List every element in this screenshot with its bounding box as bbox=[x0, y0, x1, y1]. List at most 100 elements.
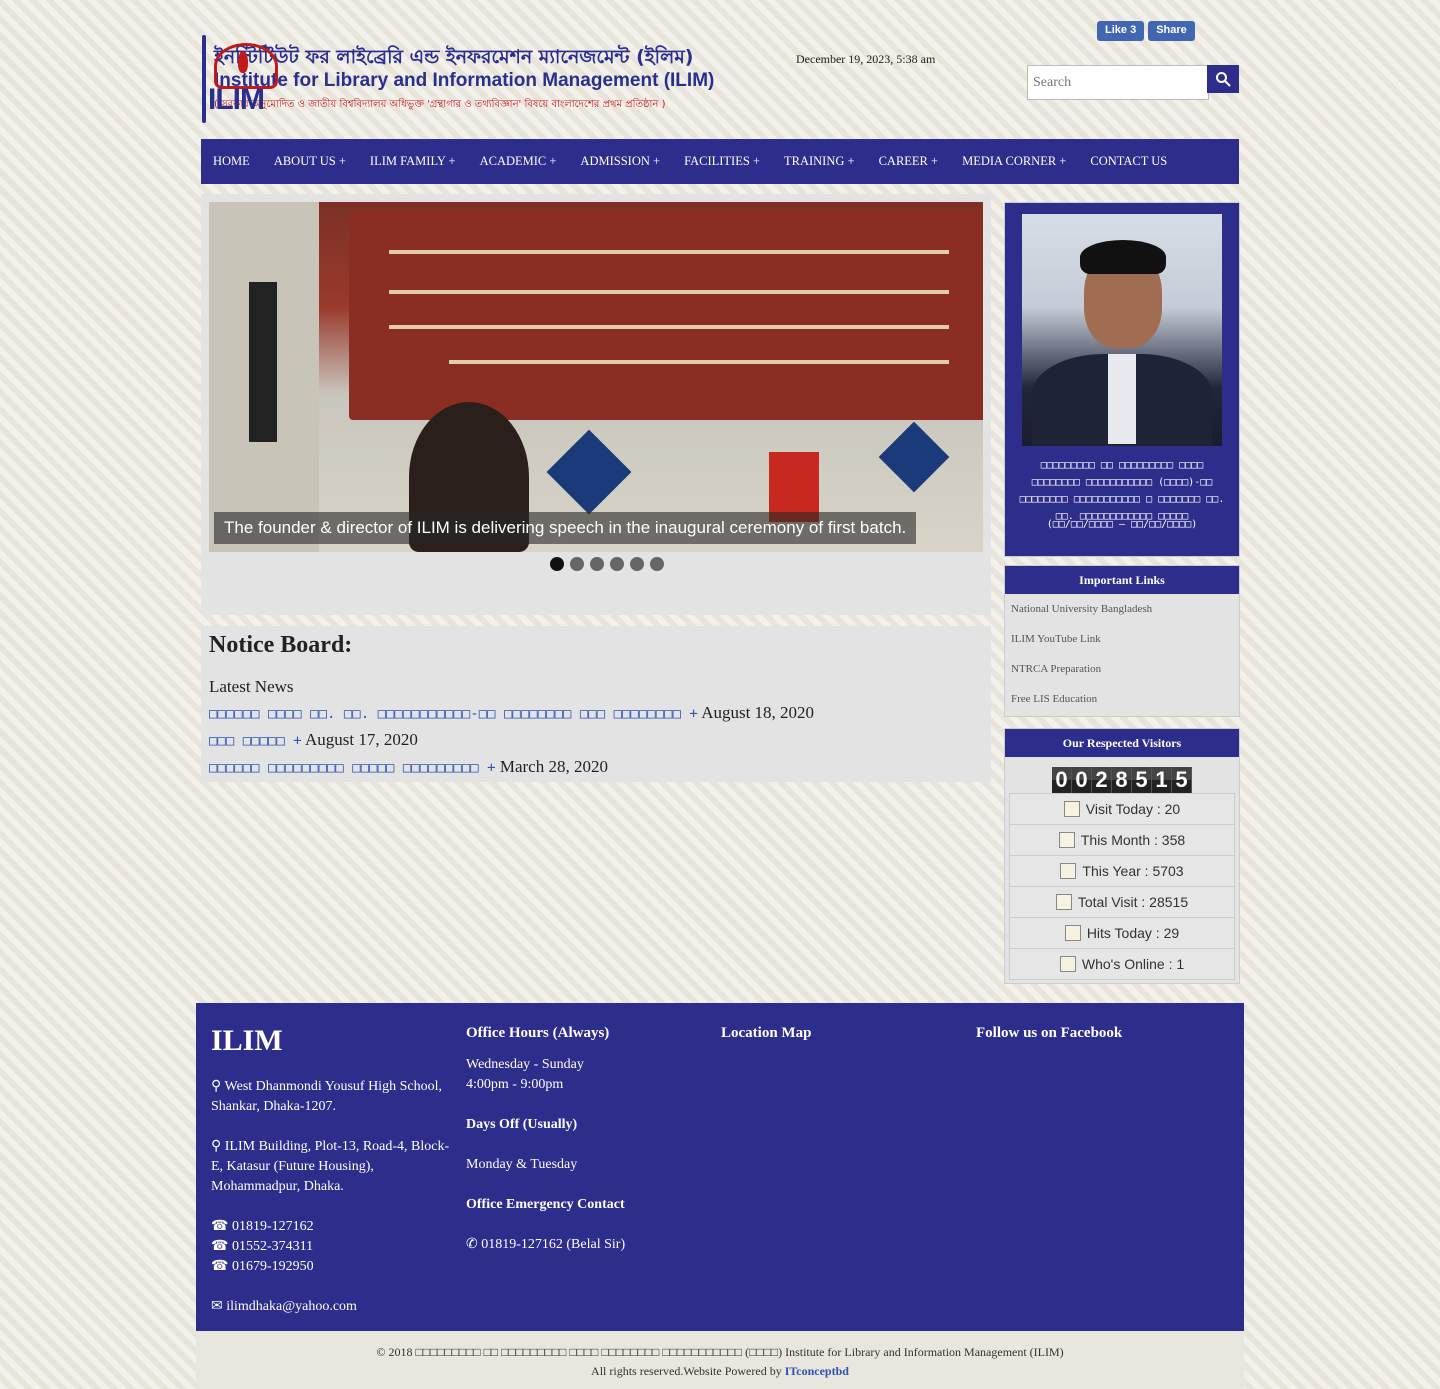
slide-caption: The founder & director of ILIM is delive… bbox=[214, 512, 917, 544]
visitor-counter: 0028515 bbox=[1052, 767, 1192, 793]
user-icon bbox=[1063, 801, 1080, 817]
visitor-stat: Visit Today : 20 bbox=[1009, 793, 1235, 825]
important-links-title: Important Links bbox=[1005, 566, 1239, 594]
office-days: Wednesday - Sunday bbox=[466, 1057, 584, 1072]
days-off: Monday & Tuesday bbox=[466, 1157, 578, 1172]
news-item: □□□□□□ □□□□□□□□□ □□□□□ □□□□□□□□□ + March… bbox=[209, 754, 814, 781]
days-off-title: Days Off (Usually) bbox=[466, 1117, 578, 1132]
news-link[interactable]: □□□□□□ □□□□□□□□□ □□□□□ □□□□□□□□□ + bbox=[209, 760, 496, 776]
important-link[interactable]: ILIM YouTube Link bbox=[1011, 628, 1233, 658]
logo-english-title: Institute for Library and Information Ma… bbox=[214, 69, 715, 91]
visitor-stat: This Month : 358 bbox=[1009, 825, 1235, 856]
calendar-icon bbox=[1058, 832, 1075, 848]
visitor-stat-text: This Year : 5703 bbox=[1082, 863, 1184, 879]
news-date: August 17, 2020 bbox=[305, 730, 418, 749]
visitor-stat: Total Visit : 28515 bbox=[1009, 887, 1235, 918]
visitors-panel: Our Respected Visitors 0028515 Visit Tod… bbox=[1004, 728, 1240, 984]
important-link[interactable]: NTRCA Preparation bbox=[1011, 658, 1233, 688]
footer-facebook-column: Follow us on Facebook bbox=[976, 1023, 1216, 1055]
footer-phone[interactable]: 01819-127162 bbox=[232, 1219, 314, 1234]
page: ILIM ইনস্টিটিউট ফর লাইব্রেরি এন্ড ইনফরমে… bbox=[196, 0, 1244, 1389]
nav-item-admission[interactable]: ADMISSION + bbox=[568, 154, 672, 169]
latest-news-label: Latest News bbox=[209, 677, 294, 696]
founder-caption: □□□□□□□□□ □□ □□□□□□□□□ □□□□ □□□□□□□□ □□□… bbox=[1019, 460, 1225, 522]
facebook-like-button[interactable]: Like 3 bbox=[1097, 21, 1145, 41]
slider-dot[interactable] bbox=[610, 557, 624, 571]
footer-phone[interactable]: 01552-374311 bbox=[232, 1239, 313, 1254]
map-marker-icon: ⚲ bbox=[211, 1079, 222, 1094]
founder-dates: (□□/□□/□□□□ – □□/□□/□□□□) bbox=[1046, 519, 1198, 530]
facebook-share-button[interactable]: Share bbox=[1148, 21, 1195, 41]
news-link[interactable]: □□□□□□ □□□□ □□. □□. □□□□□□□□□□□-□□ □□□□□… bbox=[209, 706, 698, 722]
nav-item-career[interactable]: CAREER + bbox=[867, 154, 951, 169]
important-link[interactable]: Free LIS Education bbox=[1011, 688, 1233, 718]
footer-map-column: Location Map bbox=[721, 1023, 961, 1055]
nav-item-ilim-family[interactable]: ILIM FAMILY + bbox=[358, 154, 468, 169]
header: ILIM ইনস্টিটিউট ফর লাইব্রেরি এন্ড ইনফরমে… bbox=[196, 0, 1244, 138]
nav-item-home[interactable]: HOME bbox=[201, 154, 262, 169]
search-input[interactable] bbox=[1028, 66, 1205, 99]
calendar-icon bbox=[1060, 863, 1077, 879]
image-slider: The founder & director of ILIM is delive… bbox=[201, 194, 991, 615]
footer-phone[interactable]: 01679-192950 bbox=[232, 1259, 314, 1274]
footer-email[interactable]: ilimdhaka@yahoo.com bbox=[226, 1299, 357, 1314]
current-datetime: December 19, 2023, 5:38 am bbox=[796, 52, 936, 66]
important-links-panel: Important Links National University Bang… bbox=[1004, 565, 1240, 717]
nav-item-academic[interactable]: ACADEMIC + bbox=[468, 154, 569, 169]
logo-emblem: ILIM bbox=[202, 35, 278, 123]
footer: ILIM ⚲ West Dhanmondi Yousuf High School… bbox=[196, 1003, 1244, 1331]
news-link[interactable]: □□□ □□□□□ + bbox=[209, 733, 302, 749]
copyright-bar: © 2018 □□□□□□□□□ □□ □□□□□□□□□ □□□□ □□□□□… bbox=[196, 1331, 1244, 1389]
banner-graphic bbox=[349, 210, 983, 420]
rights-text: All rights reserved.Website Powered by bbox=[591, 1364, 782, 1378]
office-time: 4:00pm - 9:00pm bbox=[466, 1077, 564, 1092]
site-logo[interactable]: ILIM ইনস্টিটিউট ফর লাইব্রেরি এন্ড ইনফরমে… bbox=[202, 34, 714, 124]
slider-dot[interactable] bbox=[630, 557, 644, 571]
main-nav: HOME ABOUT US + ILIM FAMILY + ACADEMIC + ADM… bbox=[201, 139, 1239, 184]
facebook-like-widget: Like 3 Share bbox=[1097, 21, 1195, 41]
slider-dot[interactable] bbox=[550, 557, 564, 571]
slider-dot[interactable] bbox=[570, 557, 584, 571]
notice-board: Notice Board: Latest News □□□□□□ □□□□ □□… bbox=[201, 626, 991, 782]
map-marker-icon: ⚲ bbox=[211, 1139, 222, 1154]
address-secondary: ILIM Building, Plot-13, Road-4, Block-E,… bbox=[211, 1139, 450, 1194]
visitor-stat-text: Total Visit : 28515 bbox=[1077, 894, 1189, 910]
notice-board-title: Notice Board: bbox=[209, 632, 353, 658]
nav-item-contact-us[interactable]: CONTACT US bbox=[1078, 154, 1179, 169]
important-link[interactable]: National University Bangladesh bbox=[1011, 598, 1233, 628]
counter-digit: 8 bbox=[1112, 767, 1132, 793]
search-icon bbox=[1216, 72, 1231, 87]
nav-item-about-us[interactable]: ABOUT US + bbox=[262, 154, 358, 169]
logo-subtitle: ( সরকার অনুমোদিত ও জাতীয় বিশ্ববিদ্যালয়… bbox=[214, 98, 666, 110]
facebook-title: Follow us on Facebook bbox=[976, 1025, 1123, 1041]
copyright-text: © 2018 □□□□□□□□□ □□ □□□□□□□□□ □□□□ □□□□□… bbox=[376, 1345, 1064, 1359]
news-item: □□□ □□□□□ + August 17, 2020 bbox=[209, 727, 814, 754]
visitor-stat: Hits Today : 29 bbox=[1009, 918, 1235, 949]
counter-digit: 0 bbox=[1072, 767, 1092, 793]
counter-digit: 2 bbox=[1092, 767, 1112, 793]
visitor-stat-text: Who's Online : 1 bbox=[1081, 956, 1185, 972]
bar-chart-icon bbox=[1055, 894, 1072, 910]
slide-image[interactable]: The founder & director of ILIM is delive… bbox=[209, 202, 983, 552]
emergency-phone[interactable]: 01819-127162 (Belal Sir) bbox=[481, 1237, 625, 1252]
powered-by-link[interactable]: ITconceptbd bbox=[785, 1364, 849, 1378]
phone-icon: ☎ bbox=[211, 1259, 229, 1274]
news-item: □□□□□□ □□□□ □□. □□. □□□□□□□□□□□-□□ □□□□□… bbox=[209, 700, 814, 727]
search-field bbox=[1027, 65, 1209, 100]
news-date: August 18, 2020 bbox=[701, 703, 815, 722]
nav-item-training[interactable]: TRAINING + bbox=[772, 154, 867, 169]
slider-dot[interactable] bbox=[650, 557, 664, 571]
slider-dot[interactable] bbox=[590, 557, 604, 571]
phone-icon: ✆ bbox=[466, 1237, 478, 1252]
founder-portrait bbox=[1022, 214, 1222, 446]
visitor-stat: This Year : 5703 bbox=[1009, 856, 1235, 887]
footer-contact-column: ILIM ⚲ West Dhanmondi Yousuf High School… bbox=[211, 1023, 451, 1337]
nav-item-media-corner[interactable]: MEDIA CORNER + bbox=[950, 154, 1078, 169]
logo-bengali-title: ইনস্টিটিউট ফর লাইব্রেরি এন্ড ইনফরমেশন ম্… bbox=[214, 45, 694, 68]
phone-icon: ☎ bbox=[211, 1219, 229, 1234]
news-list: □□□□□□ □□□□ □□. □□. □□□□□□□□□□□-□□ □□□□□… bbox=[209, 700, 814, 781]
nav-item-facilities[interactable]: FACILITIES + bbox=[672, 154, 772, 169]
logo-text: ইনস্টিটিউট ফর লাইব্রেরি এন্ড ইনফরমেশন ম্… bbox=[214, 45, 714, 114]
founder-card: □□□□□□□□□ □□ □□□□□□□□□ □□□□ □□□□□□□□ □□□… bbox=[1004, 202, 1240, 557]
search-button[interactable] bbox=[1207, 65, 1239, 93]
